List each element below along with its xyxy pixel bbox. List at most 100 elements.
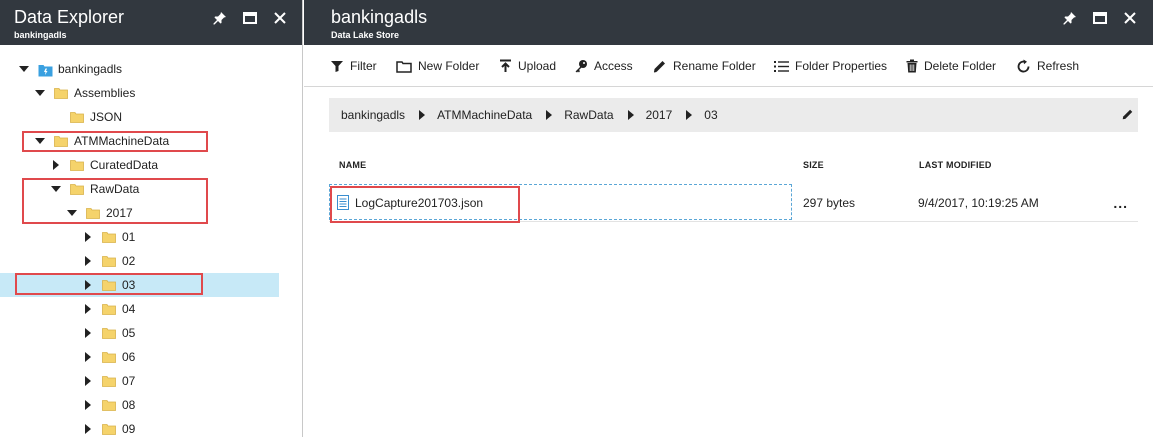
new-folder-icon (396, 60, 412, 73)
blade-header: bankingadls Data Lake Store (304, 0, 1153, 45)
file-name[interactable]: LogCapture201703.json (355, 196, 483, 210)
caret-right-icon[interactable] (82, 399, 94, 411)
tree-item[interactable]: 04 (0, 297, 302, 321)
tree-item-label: 2017 (106, 206, 133, 220)
folder-icon (70, 183, 84, 195)
tree-item-label: 09 (122, 422, 136, 436)
filter-button[interactable]: Filter (330, 55, 377, 77)
delete-folder-button[interactable]: Delete Folder (906, 55, 996, 77)
tree-item[interactable]: 06 (0, 345, 302, 369)
caret-right-icon[interactable] (50, 159, 62, 171)
breadcrumb-item[interactable]: 03 (690, 108, 717, 122)
table-row[interactable]: LogCapture201703.json 297 bytes 9/4/2017… (329, 184, 1138, 222)
caret-right-icon[interactable] (82, 375, 94, 387)
caret-down-icon[interactable] (66, 207, 78, 219)
pin-icon[interactable] (205, 8, 235, 28)
caret-down-icon[interactable] (18, 63, 30, 75)
upload-icon (500, 59, 511, 72)
tree-item-label: 01 (122, 230, 136, 244)
refresh-button[interactable]: Refresh (1016, 55, 1079, 77)
column-header-name[interactable]: NAME (339, 160, 366, 170)
caret-right-icon[interactable] (82, 255, 94, 267)
tree-item-label: 03 (122, 278, 136, 292)
blade-header: Data Explorer bankingadls (0, 0, 302, 45)
tree-item[interactable]: JSON (0, 105, 302, 129)
edit-path-icon[interactable] (1121, 108, 1134, 124)
upload-label: Upload (518, 59, 557, 73)
tree-item[interactable]: 09 (0, 417, 302, 437)
trash-icon (906, 59, 918, 73)
tree-item[interactable]: 07 (0, 369, 302, 393)
tree-item[interactable]: Assemblies (0, 81, 302, 105)
maximize-icon[interactable] (1085, 8, 1115, 28)
file-icon (337, 195, 349, 210)
tree-item-label: 05 (122, 326, 136, 340)
caret-right-icon[interactable] (82, 351, 94, 363)
tree-item[interactable]: 2017 (0, 201, 302, 225)
data-explorer-blade: Data Explorer bankingadls bankingadls Ass… (0, 0, 303, 437)
caret-right-icon[interactable] (82, 327, 94, 339)
breadcrumb-item[interactable]: 2017 (632, 108, 673, 122)
folder-icon (102, 279, 116, 291)
tree-item[interactable]: CuratedData (0, 153, 302, 177)
tree-item[interactable]: 02 (0, 249, 302, 273)
close-icon[interactable] (265, 8, 295, 28)
maximize-icon[interactable] (235, 8, 265, 28)
folder-icon (102, 327, 116, 339)
folder-icon (54, 135, 68, 147)
pencil-icon (653, 60, 665, 72)
close-icon[interactable] (1115, 8, 1145, 28)
data-lake-store-blade: bankingadls Data Lake Store Filter New F… (304, 0, 1153, 437)
upload-button[interactable]: Upload (499, 55, 556, 77)
folder-properties-button[interactable]: Folder Properties (774, 55, 887, 77)
tree-item[interactable]: ATMMachineData (0, 129, 302, 153)
breadcrumb-item[interactable]: RawData (550, 108, 613, 122)
caret-right-icon[interactable] (82, 303, 94, 315)
folder-icon (102, 231, 116, 243)
tree-item-label: bankingadls (58, 62, 123, 76)
tree-item-label: 06 (122, 350, 136, 364)
delete-folder-label: Delete Folder (924, 59, 997, 73)
tree-item[interactable]: bankingadls (0, 57, 302, 81)
new-folder-button[interactable]: New Folder (396, 55, 479, 77)
rename-folder-button[interactable]: Rename Folder (652, 55, 756, 77)
folder-icon (54, 87, 68, 99)
folder-icon (102, 399, 116, 411)
more-options-icon[interactable]: ... (1113, 195, 1128, 211)
tree-item[interactable]: RawData (0, 177, 302, 201)
column-header-size[interactable]: SIZE (803, 160, 824, 170)
filter-icon (331, 61, 343, 72)
refresh-label: Refresh (1037, 59, 1080, 73)
key-icon (575, 60, 587, 73)
tree-item-label: JSON (90, 110, 123, 124)
column-header-modified[interactable]: LAST MODIFIED (919, 160, 992, 170)
folder-properties-label: Folder Properties (795, 59, 888, 73)
tree-item[interactable]: 01 (0, 225, 302, 249)
tree-item-label: 02 (122, 254, 136, 268)
tree-item-label: 08 (122, 398, 136, 412)
blade-title: Data Explorer (14, 7, 125, 27)
breadcrumb-item[interactable]: bankingadls (329, 108, 405, 122)
folder-icon (102, 303, 116, 315)
pin-icon[interactable] (1055, 8, 1085, 28)
blade-subtitle: Data Lake Store (331, 30, 400, 40)
folder-icon (86, 207, 100, 219)
access-button[interactable]: Access (574, 55, 633, 77)
caret-down-icon[interactable] (34, 135, 46, 147)
breadcrumb-item[interactable]: ATMMachineData (423, 108, 532, 122)
tree-item[interactable]: 08 (0, 393, 302, 417)
refresh-icon (1017, 59, 1030, 72)
caret-right-icon[interactable] (82, 423, 94, 435)
caret-right-icon[interactable] (82, 279, 94, 291)
caret-down-icon[interactable] (34, 87, 46, 99)
folder-icon (102, 375, 116, 387)
caret-right-icon[interactable] (82, 231, 94, 243)
tree-item[interactable]: 03 (0, 273, 279, 297)
tree-item[interactable]: 05 (0, 321, 302, 345)
breadcrumb: bankingadls ATMMachineData RawData 2017 … (329, 98, 1138, 132)
new-folder-label: New Folder (418, 59, 480, 73)
blade-title: bankingadls (331, 7, 428, 27)
caret-down-icon[interactable] (50, 183, 62, 195)
tree-item-label: 04 (122, 302, 136, 316)
